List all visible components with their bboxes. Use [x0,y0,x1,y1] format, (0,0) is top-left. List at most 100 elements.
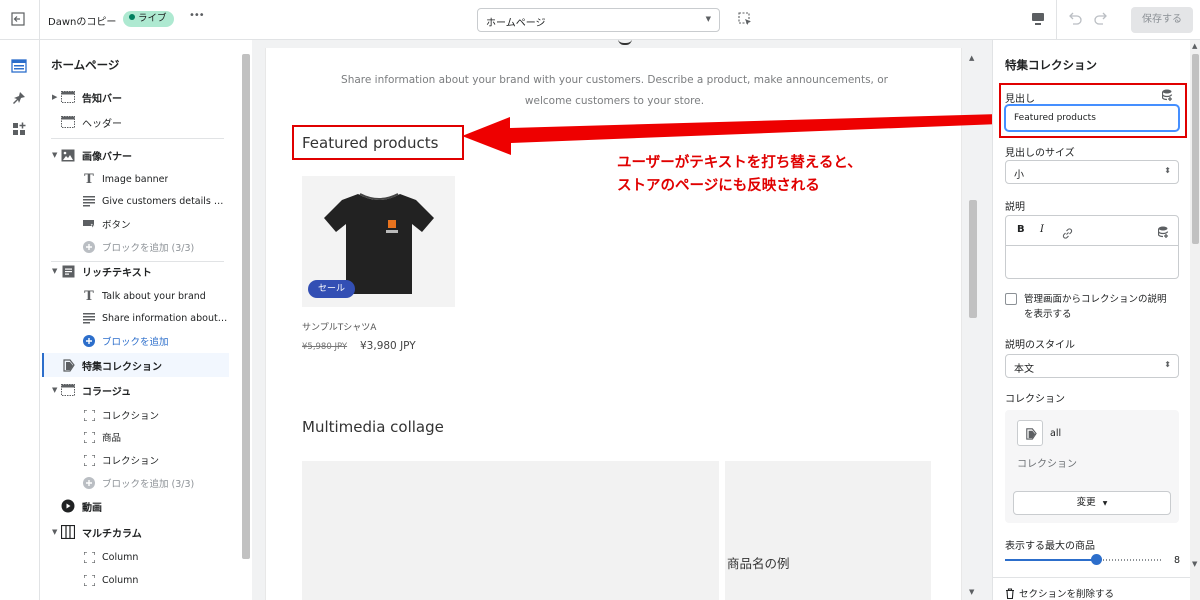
collection-tag-icon [61,358,75,372]
heading-input-value: Featured products [1014,113,1096,123]
cut-off-heading [618,40,632,45]
rich-text-icon [61,264,75,278]
sidebar-item-rich-text[interactable]: ▼ リッチテキスト [40,260,230,282]
slider-thumb[interactable] [1091,554,1102,565]
sections-icon[interactable] [11,58,27,77]
sale-badge-label: セール [318,284,346,294]
block-button[interactable]: ボタン [40,213,230,235]
sidebar-item-label: Column [102,574,139,586]
theme-settings-icon[interactable] [11,90,27,110]
add-block-button[interactable]: ブロックを追加 (3/3) [40,236,230,258]
scrollbar-thumb[interactable] [1192,54,1199,244]
add-block-button[interactable]: ブロックを追加 [40,330,230,352]
slider-track-filled [1005,559,1097,561]
collage-heading: Multimedia collage [302,418,444,436]
sidebar-item-header[interactable]: ヘッダー [40,111,230,133]
description-editor[interactable]: B I [1005,215,1179,279]
sidebar-item-label: Share information about y... [102,312,228,324]
undo-icon[interactable] [1067,11,1083,28]
change-button-label: 変更 [1076,497,1096,508]
block-column[interactable]: Column [40,546,230,568]
scroll-up-icon[interactable]: ▲ [969,54,974,62]
block-product[interactable]: 商品 [40,426,230,448]
sidebar-item-label: ブロックを追加 [102,337,169,348]
redo-icon[interactable] [1093,11,1109,28]
status-dot-icon [129,14,135,20]
add-block-button[interactable]: ブロックを追加 (3/3) [40,472,230,494]
inspector-icon[interactable] [738,12,753,30]
sidebar-title: ホームページ [51,58,120,72]
sidebar-scrollbar[interactable] [240,40,252,600]
chevron-down-icon[interactable]: ▼ [52,151,57,159]
block-column[interactable]: Column [40,569,230,591]
sidebar-item-announcement-bar[interactable]: ▶ 告知バー [40,86,230,108]
scrollbar-thumb[interactable] [242,54,250,559]
status-badge: ライブ [123,11,174,27]
annotation-line: ストアのページにも反映される [617,178,820,194]
scrollbar-thumb[interactable] [969,200,977,318]
play-icon [61,499,75,513]
select-arrows-icon: ⬍ [1164,166,1171,175]
top-bar: Dawnのコピー ライブ ••• ホームページ ▼ 保存する [0,0,1200,40]
show-description-checkbox[interactable] [1005,293,1017,305]
block-collection[interactable]: コレクション [40,404,230,426]
chevron-down-icon[interactable]: ▼ [52,528,57,536]
frame-corners-icon [82,550,96,564]
rich-text-body: Share information about your brand with … [266,70,963,112]
preview-canvas: Share information about your brand with … [252,40,992,600]
frame-corners-icon [82,573,96,587]
sidebar-item-label: Give customers details abo... [102,195,228,207]
description-style-select[interactable]: 本文 ⬍ [1005,354,1179,378]
exit-icon[interactable] [11,12,25,29]
save-button[interactable]: 保存する [1131,7,1193,33]
chevron-down-icon[interactable]: ▼ [52,386,57,394]
italic-button[interactable]: I [1040,224,1044,235]
sidebar-item-label: ブロックを追加 (3/3) [102,479,195,490]
scroll-down-icon[interactable]: ▼ [969,588,974,596]
block-text[interactable]: Share information about y... [40,307,230,329]
more-actions-button[interactable]: ••• [189,10,205,21]
desktop-view-icon[interactable] [1031,12,1045,29]
block-heading[interactable]: T Talk about your brand [40,285,230,307]
sidebar-item-featured-collection[interactable]: 特集コレクション [42,353,229,377]
collage-product-card[interactable]: 商品名の例 [725,461,931,600]
sale-badge: セール [308,280,356,298]
heading-input[interactable]: Featured products [1005,105,1179,131]
scroll-up-icon[interactable]: ▲ [1192,42,1197,50]
app-embeds-icon[interactable] [11,121,27,141]
heading-label: 見出し [1005,94,1035,105]
collage-image-placeholder[interactable] [302,461,719,600]
text-heading-icon: T [84,171,94,187]
product-name[interactable]: サンプルTシャツA [302,320,376,333]
chevron-down-icon[interactable]: ▼ [52,267,57,275]
collection-name: all [1050,428,1062,439]
product-card[interactable]: セール [302,176,455,307]
sidebar-item-label: 告知バー [82,93,122,105]
collection-label: コレクション [1005,394,1065,405]
price-sale: ¥3,980 JPY [360,340,416,352]
block-text[interactable]: Give customers details abo... [40,190,230,212]
delete-section-label: セクションを削除する [1019,589,1115,600]
page-selector[interactable]: ホームページ ▼ [477,8,720,32]
link-icon[interactable] [1062,224,1073,243]
panel-scrollbar[interactable]: ▲ ▼ [1190,40,1200,600]
sidebar-item-image-banner[interactable]: ▼ 画像バナー [40,144,230,166]
dynamic-source-icon[interactable] [1161,87,1174,106]
sidebar-item-video[interactable]: 動画 [40,495,230,517]
dynamic-source-icon[interactable] [1157,224,1170,243]
scroll-down-icon[interactable]: ▼ [1192,560,1197,568]
store-name: Dawnのコピー [48,17,117,28]
block-collection[interactable]: コレクション [40,449,230,471]
sidebar-item-multicolumn[interactable]: ▼ マルチカラム [40,521,230,543]
plus-circle-icon [82,240,96,254]
change-collection-button[interactable]: 変更 ▼ [1013,491,1171,515]
sidebar-item-collage[interactable]: ▼ コラージュ [40,379,230,401]
delete-section-button[interactable]: セクションを削除する [1005,586,1114,600]
block-heading[interactable]: T Image banner [40,168,230,190]
sidebar-item-label: Image banner [102,173,169,185]
chevron-right-icon[interactable]: ▶ [52,93,57,101]
preview-scrollbar[interactable]: ▲ ▼ [965,48,981,600]
bold-button[interactable]: B [1017,224,1025,235]
heading-size-select[interactable]: 小 ⬍ [1005,160,1179,184]
max-products-slider[interactable] [1005,554,1163,566]
